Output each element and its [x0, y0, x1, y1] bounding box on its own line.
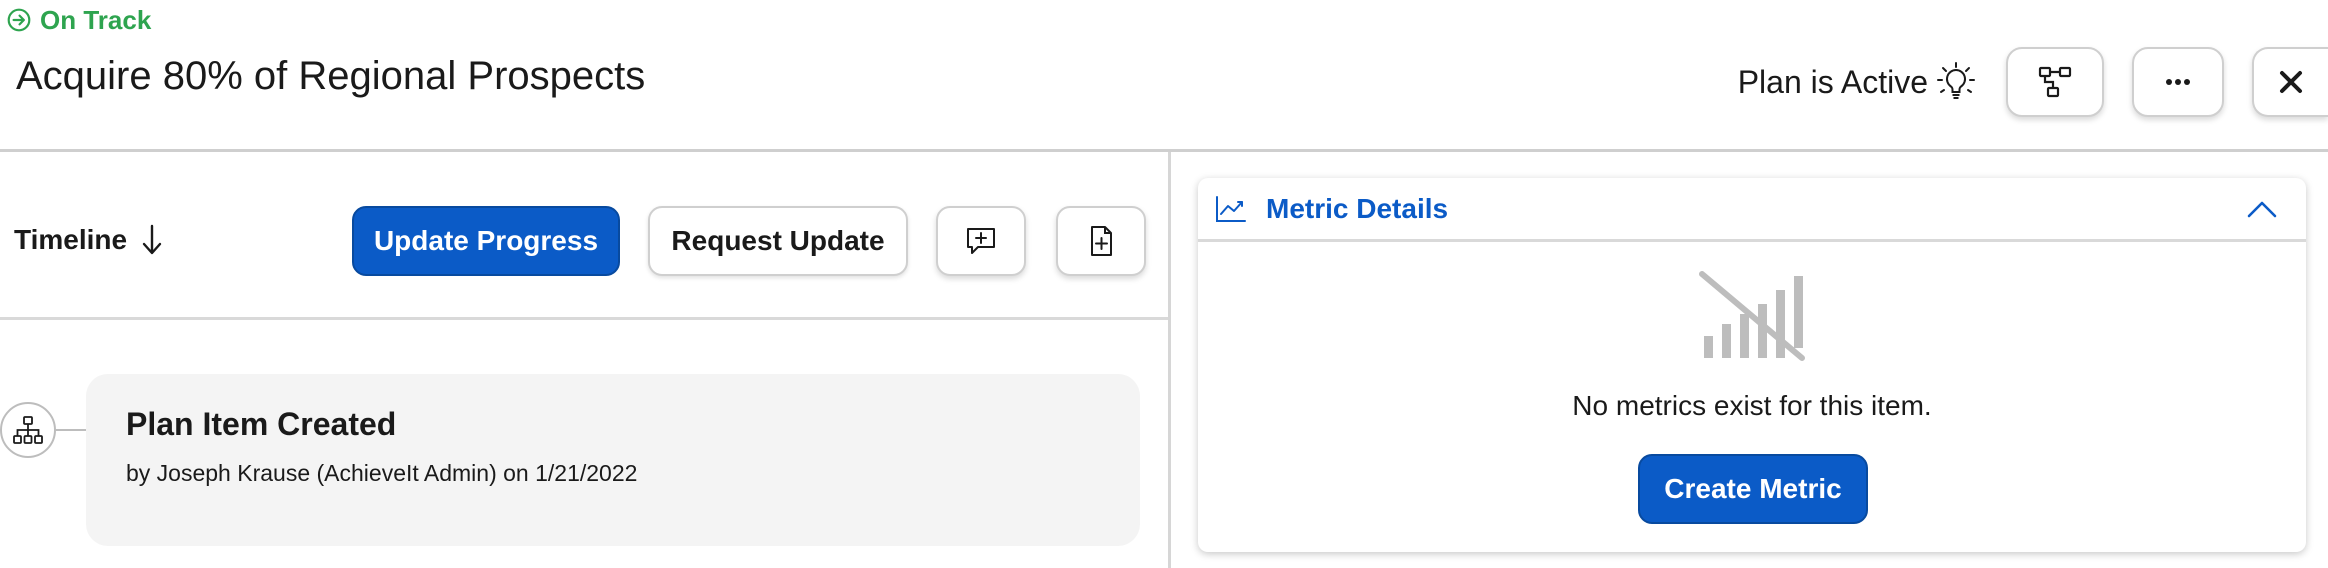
hierarchy-button[interactable] — [2006, 47, 2104, 117]
metric-details-panel: Metric Details No metrics exist for this… — [1198, 178, 2306, 552]
chevron-up-icon[interactable] — [2244, 194, 2280, 224]
add-comment-button[interactable] — [936, 206, 1026, 276]
close-icon — [2280, 71, 2302, 93]
page-title: Acquire 80% of Regional Prospects — [16, 54, 646, 98]
status-badge: On Track — [6, 4, 151, 36]
plan-status: Plan is Active — [1738, 60, 1978, 104]
lightbulb-icon — [1937, 62, 1975, 99]
toolbar-divider — [0, 317, 1168, 320]
no-signal-chart-icon — [1699, 271, 1805, 361]
add-document-button[interactable] — [1056, 206, 1146, 276]
comment-add-icon — [967, 228, 995, 254]
update-progress-button[interactable]: Update Progress — [352, 206, 620, 276]
header-divider — [0, 149, 2328, 152]
timeline-label: Timeline — [14, 224, 128, 255]
event-subtitle: by Joseph Krause (AchieveIt Admin) on 1/… — [126, 460, 638, 486]
create-metric-button[interactable]: Create Metric — [1638, 454, 1868, 524]
status-label: On Track — [40, 4, 152, 35]
request-update-button[interactable]: Request Update — [648, 206, 908, 276]
metric-details-title: Metric Details — [1266, 192, 1449, 224]
pane-divider — [1168, 152, 1171, 568]
timeline-node — [0, 402, 56, 458]
close-button[interactable] — [2252, 47, 2328, 117]
timeline-event-card: Plan Item Created by Joseph Krause (Achi… — [86, 374, 1140, 546]
document-add-icon — [1091, 226, 1112, 256]
empty-metrics-message: No metrics exist for this item. — [1572, 390, 1932, 421]
plan-item-page: On Track Acquire 80% of Regional Prospec… — [0, 0, 2328, 568]
arrow-down-icon — [142, 224, 162, 255]
plan-status-label: Plan is Active — [1737, 63, 1928, 100]
org-chart-icon — [13, 416, 43, 444]
hierarchy-icon — [2038, 66, 2072, 98]
event-title: Plan Item Created — [126, 406, 397, 442]
header-actions: Plan is Active — [1738, 26, 2328, 138]
chart-line-icon — [1216, 195, 1246, 222]
ellipsis-icon — [2166, 79, 2190, 85]
arrow-circle-right-icon — [7, 8, 31, 32]
timeline-sort-toggle[interactable]: Timeline — [14, 222, 165, 258]
metric-details-header[interactable]: Metric Details — [1198, 178, 2306, 242]
more-options-button[interactable] — [2132, 47, 2224, 117]
timeline-connector — [56, 429, 86, 431]
